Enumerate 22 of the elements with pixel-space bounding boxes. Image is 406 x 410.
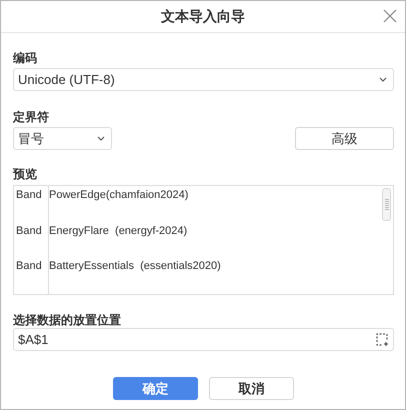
table-cell-text: PowerEdge(chamfaion2024)	[49, 188, 188, 201]
advanced-button[interactable]: 高级	[295, 127, 394, 150]
table-cell-text: EnergyFlare (energyf-2024)	[49, 224, 188, 236]
window-title: 文本导入向导	[161, 8, 245, 26]
field-label: 定界符	[13, 109, 50, 125]
table-cell-text: BatteryEssentials (essentials2020)	[49, 259, 221, 272]
cell-reference-field[interactable]: $A$1	[13, 328, 394, 351]
field-label: 编码	[13, 50, 38, 66]
section-label: 预览	[13, 166, 38, 182]
close-icon[interactable]	[383, 9, 397, 23]
table-cell-text: Band	[15, 188, 43, 201]
dropdown[interactable]: 冒号	[13, 127, 112, 150]
caret-icon	[97, 136, 105, 141]
ok-button[interactable]: 确定	[113, 377, 198, 400]
scrollbar-thumb[interactable]	[382, 188, 391, 221]
field-label: 选择数据的放置位置	[13, 312, 122, 328]
range-select-icon[interactable]	[376, 333, 389, 346]
table-cell-text: Band	[15, 224, 43, 236]
caret-icon	[379, 77, 387, 82]
dropdown[interactable]: Unicode (UTF-8)	[13, 68, 394, 91]
cancel-button[interactable]: 取消	[209, 377, 294, 400]
table-cell-text: Band	[15, 259, 43, 272]
